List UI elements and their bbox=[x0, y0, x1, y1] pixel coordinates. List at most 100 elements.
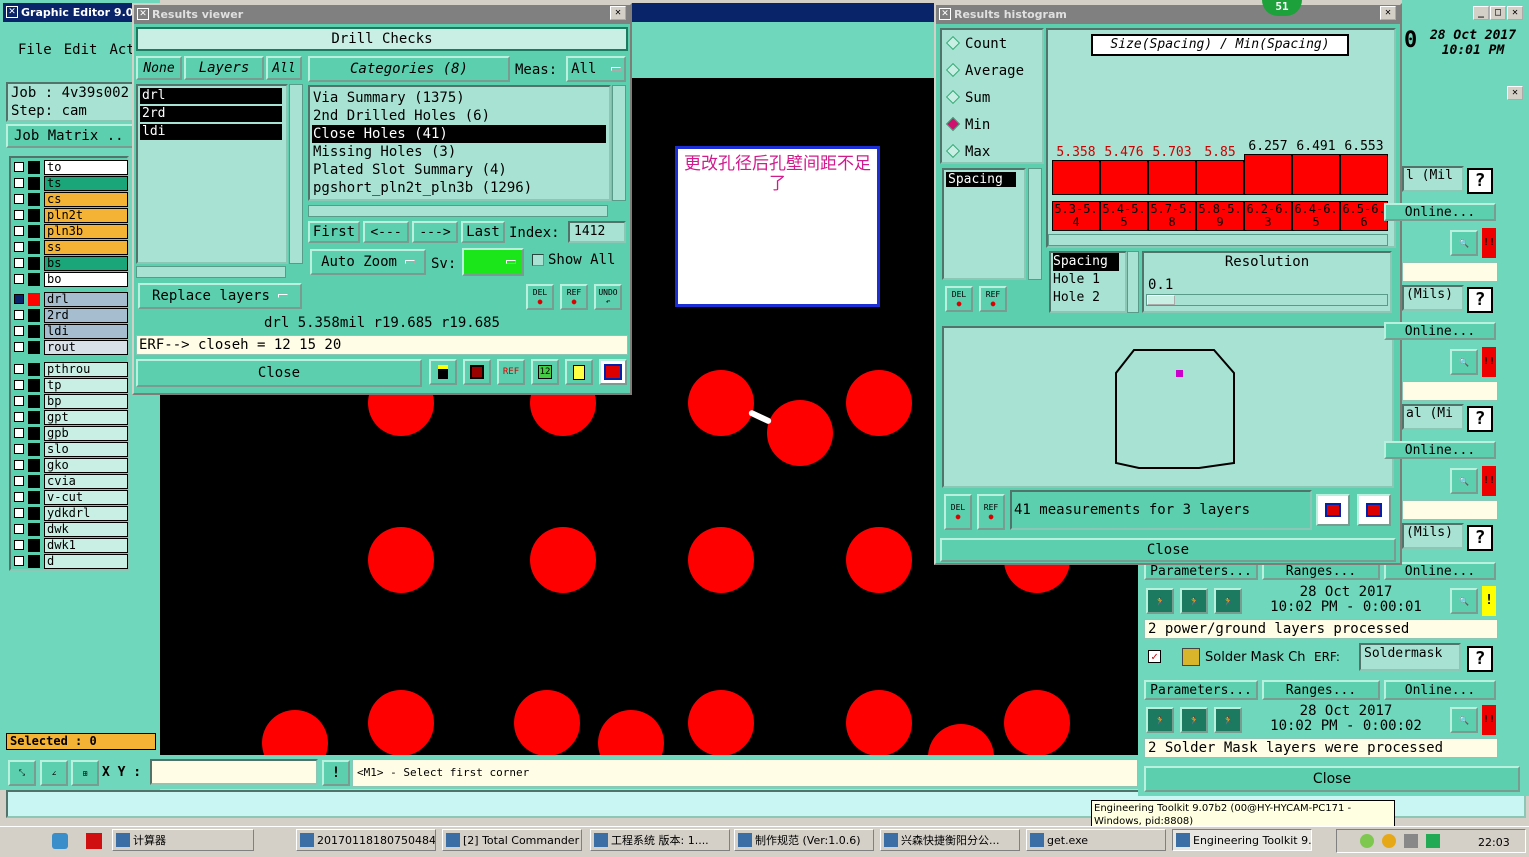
minimize-icon[interactable]: _ bbox=[1473, 6, 1489, 20]
help-button[interactable]: ? bbox=[1467, 646, 1493, 672]
meas-dropdown[interactable]: All bbox=[566, 56, 626, 82]
layer-results-list[interactable]: drl 2rd ldi bbox=[136, 84, 288, 264]
taskbar-item[interactable]: Engineering Toolkit 9.... bbox=[1172, 829, 1312, 851]
layer-name[interactable]: to bbox=[44, 160, 128, 175]
list-item[interactable]: drl bbox=[140, 88, 282, 104]
histogram-icon[interactable] bbox=[599, 359, 627, 385]
layer-row-gpt[interactable]: gpt bbox=[12, 410, 128, 425]
list-item[interactable]: 2rd bbox=[140, 106, 282, 122]
layer-checkbox[interactable] bbox=[14, 162, 24, 172]
spacing-list[interactable]: Spacing Hole 1 Hole 2 bbox=[1049, 251, 1127, 313]
report-icon[interactable] bbox=[565, 359, 593, 385]
drill-hole[interactable] bbox=[688, 690, 754, 755]
layer-name[interactable]: gpb bbox=[44, 426, 128, 441]
resolution-slider[interactable] bbox=[1146, 294, 1388, 306]
drill-hole[interactable] bbox=[846, 370, 912, 436]
highlight-icon[interactable] bbox=[429, 359, 457, 385]
layer-name[interactable]: cs bbox=[44, 192, 128, 207]
online-button[interactable]: Online... bbox=[1384, 203, 1496, 221]
online-button[interactable]: Online... bbox=[1384, 680, 1496, 700]
del-icon[interactable]: DEL ● bbox=[526, 284, 554, 310]
layer-row-dwk1[interactable]: dwk1 bbox=[12, 538, 128, 553]
layer-checkbox[interactable] bbox=[14, 524, 24, 534]
param-list-scrollbar[interactable] bbox=[1028, 168, 1042, 280]
ranges-button[interactable]: Ranges... bbox=[1262, 680, 1380, 700]
layer-checkbox[interactable] bbox=[14, 428, 24, 438]
layer-name[interactable]: rout bbox=[44, 340, 128, 355]
soldermask-checkbox[interactable]: ✓ bbox=[1148, 650, 1161, 663]
all-button[interactable]: All bbox=[266, 56, 302, 80]
none-button[interactable]: None bbox=[136, 56, 182, 80]
results-viewer-close-icon[interactable]: ✕ bbox=[610, 6, 626, 20]
close-icon[interactable]: ✕ bbox=[1507, 6, 1523, 20]
xy-input[interactable] bbox=[150, 759, 318, 785]
histogram-bar[interactable] bbox=[1196, 160, 1244, 195]
layer-checkbox[interactable] bbox=[14, 242, 24, 252]
layer-name[interactable]: dwk bbox=[44, 522, 128, 537]
layer-row-v-cut[interactable]: v-cut bbox=[12, 490, 128, 505]
online-button[interactable]: Online... bbox=[1384, 322, 1496, 340]
layer-checkbox[interactable] bbox=[14, 194, 24, 204]
sv-color-dropdown[interactable] bbox=[462, 248, 524, 276]
ref-crossed-icon[interactable]: REF bbox=[497, 359, 525, 385]
layer-row-gko[interactable]: gko bbox=[12, 458, 128, 473]
index-input[interactable]: 1412 bbox=[568, 221, 626, 243]
layer-name[interactable]: bo bbox=[44, 272, 128, 287]
categories-button[interactable]: Categories (8) bbox=[308, 56, 510, 82]
categories-list[interactable]: Via Summary (1375) 2nd Drilled Holes (6)… bbox=[308, 85, 611, 201]
run-all-icon[interactable]: 🏃 bbox=[1180, 588, 1208, 614]
ref-icon[interactable]: REF ● bbox=[979, 286, 1007, 312]
layer-row-cvia[interactable]: cvia bbox=[12, 474, 128, 489]
drill-hole[interactable] bbox=[846, 527, 912, 593]
list-item[interactable]: Hole 2 bbox=[1053, 289, 1125, 307]
layer-row-cs[interactable]: cs bbox=[12, 192, 128, 207]
toolkit-close-icon[interactable]: ✕ bbox=[1507, 86, 1523, 100]
category-item[interactable]: Close Holes (41) bbox=[312, 125, 606, 143]
stop-icon[interactable]: 🏃 bbox=[1214, 588, 1242, 614]
grid-tool-icon[interactable]: ⊞ bbox=[71, 760, 99, 786]
results-close-button[interactable]: Close bbox=[136, 359, 422, 387]
online-button[interactable]: Online... bbox=[1384, 441, 1496, 459]
del-icon[interactable]: DEL ● bbox=[945, 286, 973, 312]
histogram-close-icon[interactable]: ✕ bbox=[1380, 6, 1396, 20]
drill-hole[interactable] bbox=[368, 690, 434, 755]
drill-hole[interactable] bbox=[368, 527, 434, 593]
layer-row-ldi[interactable]: ldi bbox=[12, 324, 128, 339]
menu-edit[interactable]: Edit bbox=[64, 42, 98, 64]
layer-name[interactable]: gpt bbox=[44, 410, 128, 425]
categories-hscrollbar[interactable] bbox=[308, 205, 608, 217]
layer-name[interactable]: drl bbox=[44, 292, 128, 307]
category-item[interactable]: 2nd Drilled Holes (6) bbox=[312, 107, 609, 125]
zoom-in-icon[interactable]: 🔍 bbox=[1450, 230, 1478, 256]
layer-checkbox[interactable] bbox=[14, 258, 24, 268]
layer-name[interactable]: slo bbox=[44, 442, 128, 457]
list-item[interactable]: Hole 1 bbox=[1053, 271, 1125, 289]
run-icon[interactable]: 🏃 bbox=[1146, 588, 1174, 614]
layer-checkbox[interactable] bbox=[14, 364, 24, 374]
drill-hole[interactable] bbox=[928, 724, 994, 755]
layer-row-slo[interactable]: slo bbox=[12, 442, 128, 457]
parameters-button[interactable]: Parameters... bbox=[1144, 680, 1258, 700]
layer-checkbox[interactable] bbox=[14, 476, 24, 486]
layer-row-to[interactable]: to bbox=[12, 160, 128, 175]
drill-hole[interactable] bbox=[1004, 690, 1070, 755]
layer-row-bs[interactable]: bs bbox=[12, 256, 128, 271]
drill-hole[interactable] bbox=[514, 690, 580, 755]
layer-row-rout[interactable]: rout bbox=[12, 340, 128, 355]
run-all-icon[interactable]: 🏃 bbox=[1180, 707, 1208, 733]
taskbar-item[interactable]: 制作规范 (Ver:1.0.6) bbox=[734, 829, 874, 851]
layer-row-d[interactable]: d bbox=[12, 554, 128, 569]
taskbar-item[interactable]: 20170118180750484... bbox=[296, 829, 436, 851]
drill-hole[interactable] bbox=[846, 690, 912, 755]
layer-name[interactable]: ydkdrl bbox=[44, 506, 128, 521]
layer-checkbox[interactable] bbox=[14, 412, 24, 422]
spacing-scrollbar[interactable] bbox=[1127, 251, 1139, 313]
import-icon[interactable] bbox=[1357, 494, 1391, 526]
layer-name[interactable]: pln2t bbox=[44, 208, 128, 223]
layer-row-pln2t[interactable]: pln2t bbox=[12, 208, 128, 223]
layer-checkbox[interactable] bbox=[14, 342, 24, 352]
taskbar-item[interactable]: 兴森快捷衡阳分公... bbox=[880, 829, 1020, 851]
layer-name[interactable]: ldi bbox=[44, 324, 128, 339]
layer-name[interactable]: cvia bbox=[44, 474, 128, 489]
layer-checkbox[interactable] bbox=[14, 178, 24, 188]
